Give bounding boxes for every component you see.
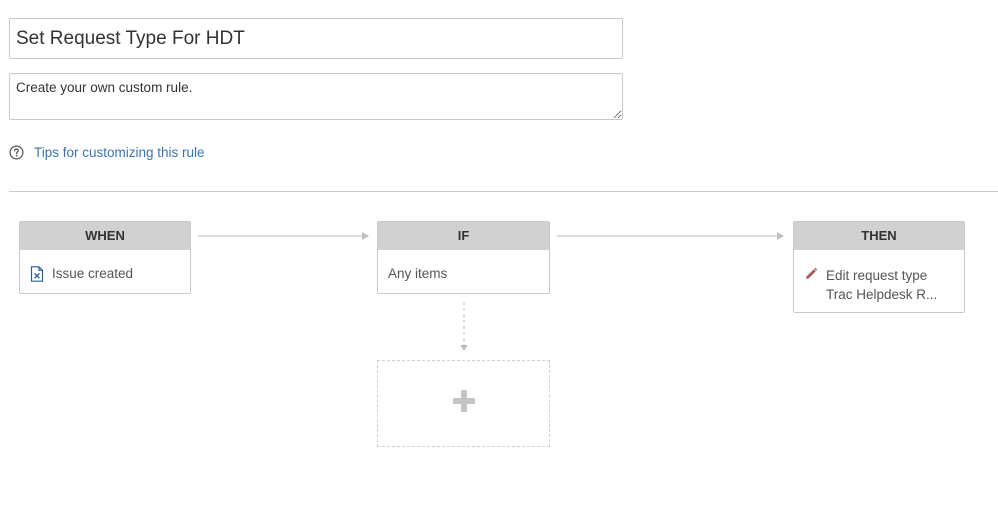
if-condition-label: Any items — [388, 266, 448, 281]
then-header: THEN — [794, 222, 964, 250]
when-trigger-label: Issue created — [52, 266, 134, 281]
add-connector-arrow — [460, 302, 468, 351]
flow-arrow-if-then — [557, 232, 784, 240]
if-condition-box[interactable]: IF Any items — [377, 221, 550, 294]
rule-description-textarea[interactable]: Create your own custom rule. — [9, 73, 623, 120]
when-trigger-box[interactable]: WHEN Issue created — [19, 221, 191, 294]
pencil-icon — [804, 267, 818, 284]
add-component-button[interactable] — [377, 360, 550, 447]
if-header: IF — [378, 222, 549, 250]
section-divider — [9, 191, 998, 192]
rule-name-input[interactable] — [9, 18, 623, 59]
then-action-title: Edit request type — [826, 268, 928, 283]
tips-link-row[interactable]: Tips for customizing this rule — [9, 145, 205, 160]
help-circle-icon — [9, 145, 24, 160]
when-header: WHEN — [20, 222, 190, 250]
flow-arrow-when-if — [198, 232, 369, 240]
issue-created-icon — [30, 266, 44, 285]
then-action-detail: Trac Helpdesk R... — [826, 287, 938, 302]
then-action-box[interactable]: THEN Edit request type Trac Helpdesk R..… — [793, 221, 965, 313]
tips-link-label[interactable]: Tips for customizing this rule — [34, 145, 205, 160]
plus-icon — [452, 389, 476, 418]
